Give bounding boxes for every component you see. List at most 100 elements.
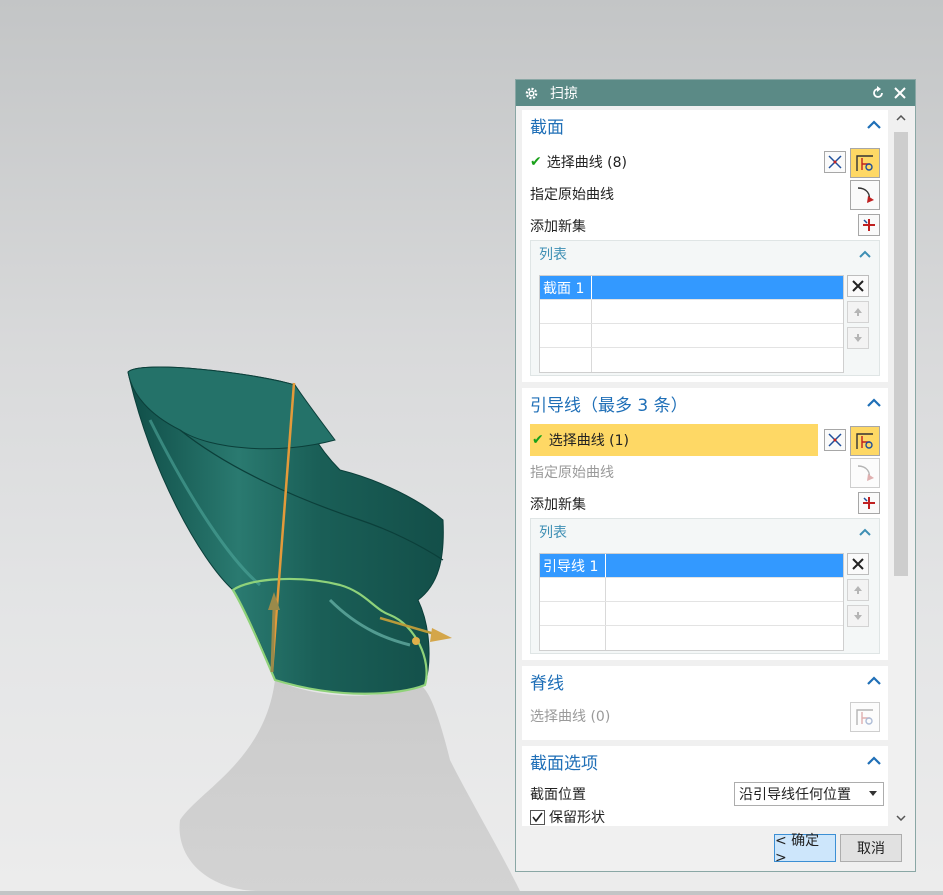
section-group-header[interactable]: 截面 xyxy=(522,110,888,140)
check-icon: ✔ xyxy=(530,154,542,170)
origin-curve-icon[interactable] xyxy=(850,180,880,210)
start-point-handle[interactable] xyxy=(412,637,420,645)
section-position-value: 沿引导线任何位置 xyxy=(739,787,851,803)
table-cell xyxy=(540,348,592,372)
spine-group: 脊线 选择曲线 (0) xyxy=(522,666,888,740)
move-down-icon[interactable] xyxy=(847,327,869,349)
guide-list-table[interactable]: 引导线 1 xyxy=(539,553,844,651)
reset-icon[interactable] xyxy=(869,84,887,102)
guide-group: 引导线（最多 3 条） ✔ 选择曲线 (1) 指定原始曲线 添加新集 列表 引导… xyxy=(522,388,888,660)
table-cell xyxy=(540,602,606,625)
sweep-dialog: 扫掠 截面 ✔ 选择曲线 (8) 指定原始曲线 添加新集 列表 截面 1 引导线… xyxy=(515,79,916,872)
move-up-icon[interactable] xyxy=(847,579,869,601)
guide-list-header[interactable]: 列表 xyxy=(531,519,879,545)
guide-list-title: 列表 xyxy=(539,525,567,541)
section-list-title: 列表 xyxy=(539,247,567,263)
delete-icon[interactable] xyxy=(847,553,869,575)
keep-shape-checkbox[interactable] xyxy=(530,809,545,825)
table-row[interactable] xyxy=(540,300,843,324)
guide-origin-row[interactable]: 指定原始曲线 xyxy=(530,458,838,486)
spine-group-header[interactable]: 脊线 xyxy=(522,666,888,696)
table-row[interactable] xyxy=(540,578,843,602)
chevron-up-icon[interactable] xyxy=(866,753,882,769)
cancel-button[interactable]: 取消 xyxy=(840,834,902,862)
table-row[interactable]: 引导线 1 xyxy=(540,554,843,578)
guide-list-actions xyxy=(847,553,871,631)
section-group-title: 截面 xyxy=(530,117,564,138)
table-cell xyxy=(540,578,606,601)
dialog-title: 扫掠 xyxy=(550,86,578,102)
direction-vector[interactable] xyxy=(270,607,276,673)
section-position-row: 截面位置 xyxy=(530,780,728,808)
section-select-curve-row[interactable]: ✔ 选择曲线 (8) xyxy=(530,148,818,176)
guide-origin-label: 指定原始曲线 xyxy=(530,465,614,481)
move-up-icon[interactable] xyxy=(847,301,869,323)
ok-button[interactable]: < 确定 > xyxy=(774,833,836,866)
section-origin-row[interactable]: 指定原始曲线 xyxy=(530,180,838,208)
origin-curve-icon[interactable] xyxy=(850,458,880,488)
tangent-arrowhead xyxy=(430,628,452,642)
spine-select-curve-row[interactable]: 选择曲线 (0) xyxy=(530,702,838,730)
chevron-up-icon[interactable] xyxy=(866,395,882,411)
section-options-title: 截面选项 xyxy=(530,753,598,774)
table-row[interactable] xyxy=(540,602,843,626)
curve-rule-icon[interactable] xyxy=(824,151,846,173)
table-cell xyxy=(540,626,606,650)
table-row[interactable] xyxy=(540,324,843,348)
guide-group-header[interactable]: 引导线（最多 3 条） xyxy=(522,388,888,418)
section-add-set-row[interactable]: 添加新集 xyxy=(530,212,838,240)
section-origin-label: 指定原始曲线 xyxy=(530,187,614,203)
section-add-set-label: 添加新集 xyxy=(530,219,586,235)
dialog-titlebar[interactable]: 扫掠 xyxy=(516,80,915,106)
chevron-up-icon[interactable] xyxy=(857,524,873,540)
check-icon: ✔ xyxy=(532,432,544,448)
select-curve-icon[interactable] xyxy=(850,148,880,178)
keep-shape-row[interactable]: 保留形状 xyxy=(530,806,838,826)
ground-shadow xyxy=(179,680,520,891)
spine-select-curve-label: 选择曲线 (0) xyxy=(530,709,611,725)
move-down-icon[interactable] xyxy=(847,605,869,627)
guide-list-panel: 列表 引导线 1 xyxy=(530,518,880,654)
guide-add-set-label: 添加新集 xyxy=(530,497,586,513)
scrollbar-thumb[interactable] xyxy=(894,132,908,576)
dialog-scrollbar[interactable] xyxy=(892,110,910,826)
chevron-down-icon xyxy=(869,791,877,796)
table-cell: 截面 1 xyxy=(540,276,592,299)
table-cell xyxy=(540,324,592,347)
chevron-up-icon[interactable] xyxy=(866,673,882,689)
section-list-actions xyxy=(847,275,871,353)
section-position-select[interactable]: 沿引导线任何位置 xyxy=(734,782,884,806)
chevron-up-icon[interactable] xyxy=(857,246,873,262)
section-group: 截面 ✔ 选择曲线 (8) 指定原始曲线 添加新集 列表 截面 1 xyxy=(522,110,888,382)
select-curve-icon[interactable] xyxy=(850,702,880,732)
section-options-group: 截面选项 截面位置 沿引导线任何位置 保留形状 xyxy=(522,746,888,826)
table-cell xyxy=(540,300,592,323)
table-row[interactable] xyxy=(540,626,843,650)
guide-add-set-row[interactable]: 添加新集 xyxy=(530,490,838,518)
guide-group-title: 引导线（最多 3 条） xyxy=(530,395,688,416)
table-row[interactable]: 截面 1 xyxy=(540,276,843,300)
dialog-content: 截面 ✔ 选择曲线 (8) 指定原始曲线 添加新集 列表 截面 1 引导线（最多… xyxy=(520,110,890,826)
select-curve-icon[interactable] xyxy=(850,426,880,456)
section-options-header[interactable]: 截面选项 xyxy=(522,746,888,776)
section-select-curve-label: 选择曲线 (8) xyxy=(546,155,628,171)
section-list-header[interactable]: 列表 xyxy=(531,241,879,267)
scroll-up-icon[interactable] xyxy=(892,110,910,126)
section-list-panel: 列表 截面 1 xyxy=(530,240,880,376)
guide-select-curve-row[interactable]: ✔ 选择曲线 (1) xyxy=(530,424,818,456)
close-icon[interactable] xyxy=(891,84,909,102)
keep-shape-label: 保留形状 xyxy=(549,810,605,826)
table-row[interactable] xyxy=(540,348,843,372)
gear-icon[interactable] xyxy=(524,85,540,101)
add-set-icon[interactable] xyxy=(858,492,880,514)
table-cell: 引导线 1 xyxy=(540,554,606,577)
section-list-table[interactable]: 截面 1 xyxy=(539,275,844,373)
add-set-icon[interactable] xyxy=(858,214,880,236)
delete-icon[interactable] xyxy=(847,275,869,297)
section-position-label: 截面位置 xyxy=(530,787,586,803)
spine-group-title: 脊线 xyxy=(530,673,564,694)
curve-rule-icon[interactable] xyxy=(824,429,846,451)
guide-select-curve-label: 选择曲线 (1) xyxy=(548,433,630,449)
scroll-down-icon[interactable] xyxy=(892,810,910,826)
chevron-up-icon[interactable] xyxy=(866,117,882,133)
